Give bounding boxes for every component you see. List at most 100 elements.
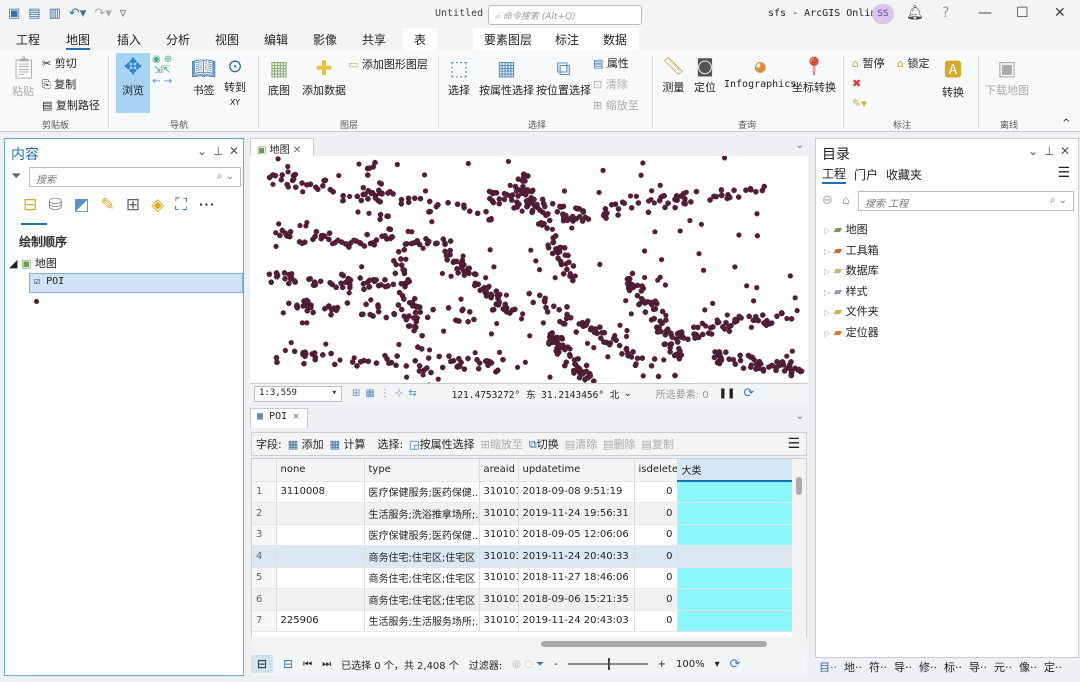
poi-point[interactable] [796, 366, 802, 372]
poi-point[interactable] [317, 278, 324, 285]
poi-point[interactable] [634, 355, 641, 362]
poi-point[interactable] [693, 188, 700, 195]
poi-point[interactable] [727, 194, 733, 201]
table-cell[interactable]: 0 [634, 502, 678, 525]
poi-point[interactable] [454, 265, 460, 272]
avatar[interactable]: SS [872, 4, 894, 24]
poi-point[interactable] [789, 348, 795, 354]
poi-point[interactable] [411, 240, 417, 246]
poi-point[interactable] [416, 368, 423, 374]
poi-point[interactable] [520, 183, 526, 190]
poi-point[interactable] [442, 240, 448, 247]
poi-point[interactable] [320, 183, 326, 189]
poi-point[interactable] [458, 296, 464, 302]
catalog-search-input[interactable]: 搜索 工程 ⌕ ⌄ [858, 191, 1074, 211]
poi-point[interactable] [743, 187, 749, 193]
poi-point[interactable] [373, 360, 380, 366]
pause-labels-button[interactable]: ⌂ 暂停 [852, 55, 884, 71]
drawing-order-icon[interactable]: ⊟ [23, 195, 37, 215]
table-row[interactable]: 3 医疗保健服务;医药保健... 310101 2018-09-05 12:06:06… [252, 524, 794, 546]
poi-point[interactable] [545, 211, 551, 217]
poi-point[interactable] [483, 275, 489, 281]
poi-point[interactable] [420, 372, 426, 378]
poi-point[interactable] [361, 286, 367, 293]
poi-point[interactable] [411, 315, 417, 321]
expand-icon[interactable]: ▷ [824, 308, 830, 317]
poi-point[interactable] [502, 301, 509, 308]
poi-point[interactable] [628, 204, 635, 211]
table-cell[interactable]: 2019-11-24 20:43:03 [518, 610, 635, 632]
poi-point[interactable] [383, 236, 390, 242]
poi-point[interactable] [569, 225, 575, 231]
delete-button[interactable]: ▤删除 [603, 436, 635, 452]
poi-point[interactable] [303, 223, 309, 229]
bottom-tab[interactable]: 导·· [894, 659, 912, 675]
poi-point[interactable] [327, 186, 334, 193]
expand-icon[interactable]: ▷ [824, 247, 830, 256]
tab-list-icon[interactable]: ⌄ [796, 140, 804, 151]
poi-point[interactable] [471, 316, 477, 323]
poi-point[interactable] [562, 252, 569, 258]
poi-point[interactable] [560, 271, 567, 277]
poi-point[interactable] [377, 216, 383, 223]
table-cell[interactable]: 310101 [479, 545, 519, 568]
poi-point[interactable] [490, 199, 497, 206]
poi-point[interactable] [573, 329, 580, 335]
poi-point[interactable] [636, 301, 643, 307]
column-header[interactable]: 大类 [677, 459, 794, 482]
poi-point[interactable] [732, 316, 738, 323]
tree-item-map[interactable]: ◢ ▣ 地图 [9, 255, 57, 271]
poi-point[interactable] [427, 208, 434, 215]
poi-point[interactable] [624, 327, 630, 334]
poi-point[interactable] [768, 362, 775, 369]
poi-point[interactable] [401, 313, 408, 320]
copy-button[interactable]: ⎘ 复制 [42, 76, 76, 92]
poi-point[interactable] [370, 164, 377, 170]
poi-point[interactable] [401, 296, 407, 302]
poi-point[interactable] [650, 306, 657, 313]
table-cell[interactable]: 2019-11-24 19:56:31 [518, 502, 635, 525]
poi-point[interactable] [558, 261, 565, 268]
poi-point[interactable] [392, 270, 399, 277]
poi-point[interactable] [687, 217, 693, 224]
zoom-slider-handle[interactable] [607, 658, 610, 670]
new-project-icon[interactable]: ▣ [8, 6, 20, 21]
poi-point[interactable] [626, 276, 633, 282]
poi-point[interactable] [707, 197, 713, 203]
poi-point[interactable] [412, 358, 418, 364]
poi-point[interactable] [357, 275, 363, 281]
poi-point[interactable] [580, 208, 587, 214]
poi-point[interactable] [612, 332, 618, 339]
poi-point[interactable] [544, 225, 550, 231]
table-cell[interactable]: 医疗保健服务;医药保健... [364, 524, 480, 546]
poi-point[interactable] [587, 373, 594, 379]
poi-point[interactable] [391, 311, 398, 318]
poi-point[interactable] [678, 329, 685, 335]
tab-project[interactable]: 工程 [822, 165, 847, 184]
poi-point[interactable] [406, 323, 413, 329]
poi-point[interactable] [672, 196, 678, 203]
poi-point[interactable] [768, 320, 775, 326]
poi-point[interactable] [299, 320, 306, 326]
poi-point[interactable] [519, 208, 525, 214]
poi-point[interactable] [472, 282, 478, 289]
label-options-icon[interactable]: ✎▾ [852, 97, 867, 110]
bottom-tab[interactable]: 像·· [1019, 659, 1037, 675]
poi-point[interactable] [346, 290, 352, 296]
poi-point[interactable] [326, 236, 332, 243]
poi-point[interactable] [358, 197, 365, 204]
table-cell[interactable]: 0 [634, 610, 678, 632]
column-header[interactable]: type [364, 459, 480, 482]
poi-point[interactable] [583, 362, 590, 369]
poi-point[interactable] [266, 174, 273, 181]
collapse-ribbon-icon[interactable]: ^ [1062, 118, 1070, 129]
expand-icon[interactable]: ▷ [824, 267, 830, 276]
poi-point[interactable] [540, 200, 547, 207]
poi-point[interactable] [703, 323, 709, 329]
poi-point[interactable] [288, 274, 295, 281]
paste-button[interactable]: 📋︎ 粘贴 [10, 56, 38, 99]
table-cell[interactable]: 5 [252, 567, 277, 589]
show-selected-records-button[interactable]: ⊟ [283, 657, 293, 671]
poi-point[interactable] [424, 314, 431, 321]
poi-point[interactable] [299, 180, 305, 186]
